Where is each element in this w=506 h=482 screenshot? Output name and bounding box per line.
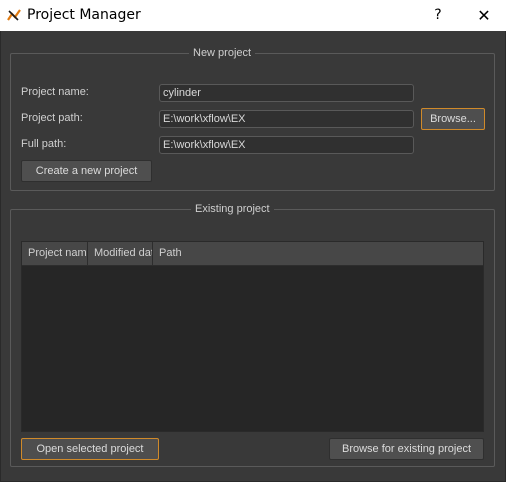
browse-button[interactable]: Browse... <box>421 108 485 130</box>
full-path-label: Full path: <box>21 138 67 150</box>
table-header: Project name Modified date Path <box>22 242 483 266</box>
project-path-label: Project path: <box>21 112 83 124</box>
app-icon <box>7 8 21 22</box>
window-title: Project Manager <box>27 7 141 23</box>
project-name-input[interactable]: cylinder <box>159 84 414 102</box>
new-project-group-title: New project <box>189 46 256 60</box>
create-project-button[interactable]: Create a new project <box>21 160 152 182</box>
column-header-modified-date[interactable]: Modified date <box>88 242 153 265</box>
browse-existing-project-button[interactable]: Browse for existing project <box>329 438 484 460</box>
full-path-field: E:\work\xflow\EX <box>159 136 414 154</box>
project-name-label: Project name: <box>21 86 89 98</box>
open-selected-project-button[interactable]: Open selected project <box>21 438 159 460</box>
project-table[interactable]: Project name Modified date Path <box>21 241 484 432</box>
help-button[interactable]: ? <box>418 0 458 31</box>
column-header-path[interactable]: Path <box>153 242 483 265</box>
column-header-project-name[interactable]: Project name <box>22 242 88 265</box>
project-path-input[interactable]: E:\work\xflow\EX <box>159 110 414 128</box>
dialog-body: New project Project name: cylinder Proje… <box>0 31 506 482</box>
existing-project-group: Existing project Project name Modified d… <box>10 202 495 467</box>
title-bar: Project Manager ? ✕ <box>0 0 506 31</box>
new-project-group: New project Project name: cylinder Proje… <box>10 46 495 191</box>
existing-project-group-title: Existing project <box>191 202 274 216</box>
close-button[interactable]: ✕ <box>464 0 504 31</box>
